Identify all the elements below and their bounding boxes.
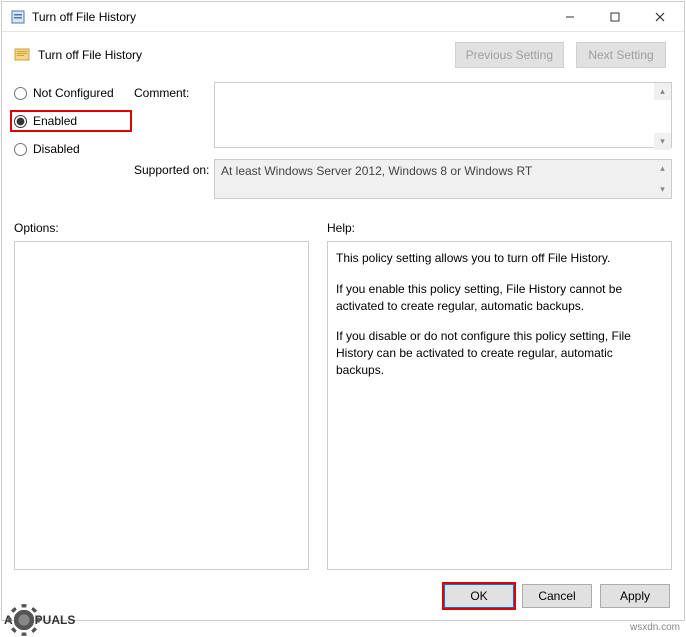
supported-value: At least Windows Server 2012, Windows 8 … [214, 159, 672, 199]
help-paragraph: If you enable this policy setting, File … [336, 281, 663, 315]
scroll-down-icon[interactable]: ▾ [654, 181, 671, 198]
supported-scrollbar: ▴ ▾ [654, 160, 671, 198]
nav-buttons: Previous Setting Next Setting [455, 42, 666, 68]
help-paragraph: If you disable or do not configure this … [336, 328, 663, 378]
upper-section: Not Configured Enabled Disabled Comment:… [2, 76, 684, 211]
comment-wrap: ▴ ▾ [214, 82, 672, 151]
supported-wrap: At least Windows Server 2012, Windows 8 … [214, 159, 672, 199]
dialog-window: Turn off File History Turn off File Hist… [1, 1, 685, 621]
scroll-up-icon[interactable]: ▴ [654, 160, 671, 177]
previous-setting-button[interactable]: Previous Setting [455, 42, 564, 68]
options-panel: Options: [14, 221, 309, 570]
fields-column: Comment: ▴ ▾ Supported on: At least Wind… [134, 82, 672, 207]
maximize-button[interactable] [592, 3, 637, 31]
lower-section: Options: Help: This policy setting allow… [2, 211, 684, 574]
comment-input[interactable] [214, 82, 672, 148]
gear-icon [11, 607, 37, 633]
window-controls [547, 3, 682, 31]
minimize-button[interactable] [547, 3, 592, 31]
radio-disabled-input[interactable] [14, 143, 27, 156]
next-setting-button[interactable]: Next Setting [576, 42, 666, 68]
window-title: Turn off File History [32, 10, 547, 24]
scroll-down-icon[interactable]: ▾ [654, 133, 671, 150]
titlebar: Turn off File History [2, 2, 684, 32]
footer: OK Cancel Apply [2, 574, 684, 620]
help-panel: Help: This policy setting allows you to … [327, 221, 672, 570]
logo-text-post: PUALS [35, 613, 76, 627]
policy-icon [10, 9, 26, 25]
header: Turn off File History Previous Setting N… [2, 32, 684, 76]
radio-disabled-label: Disabled [33, 142, 80, 156]
radio-enabled[interactable]: Enabled [10, 110, 132, 132]
policy-setting-icon [14, 47, 30, 63]
comment-row: Comment: ▴ ▾ [134, 82, 672, 151]
policy-title: Turn off File History [38, 48, 455, 62]
supported-row: Supported on: At least Windows Server 20… [134, 159, 672, 199]
help-paragraph: This policy setting allows you to turn o… [336, 250, 663, 267]
options-label: Options: [14, 221, 309, 235]
comment-label: Comment: [134, 82, 214, 151]
apply-button[interactable]: Apply [600, 584, 670, 608]
radio-not-configured-input[interactable] [14, 87, 27, 100]
comment-scrollbar: ▴ ▾ [654, 83, 671, 150]
state-radios: Not Configured Enabled Disabled [14, 82, 124, 207]
scroll-up-icon[interactable]: ▴ [654, 83, 671, 100]
help-box[interactable]: This policy setting allows you to turn o… [327, 241, 672, 570]
watermark: wsxdn.com [630, 622, 680, 633]
radio-enabled-label: Enabled [33, 114, 77, 128]
close-button[interactable] [637, 3, 682, 31]
radio-disabled[interactable]: Disabled [14, 142, 124, 156]
ok-button[interactable]: OK [444, 584, 514, 608]
help-label: Help: [327, 221, 672, 235]
radio-enabled-input[interactable] [14, 115, 27, 128]
radio-not-configured-label: Not Configured [33, 86, 114, 100]
options-box[interactable] [14, 241, 309, 570]
cancel-button[interactable]: Cancel [522, 584, 592, 608]
supported-label: Supported on: [134, 159, 214, 199]
brand-logo: A PUALS [4, 607, 75, 633]
radio-not-configured[interactable]: Not Configured [14, 86, 124, 100]
